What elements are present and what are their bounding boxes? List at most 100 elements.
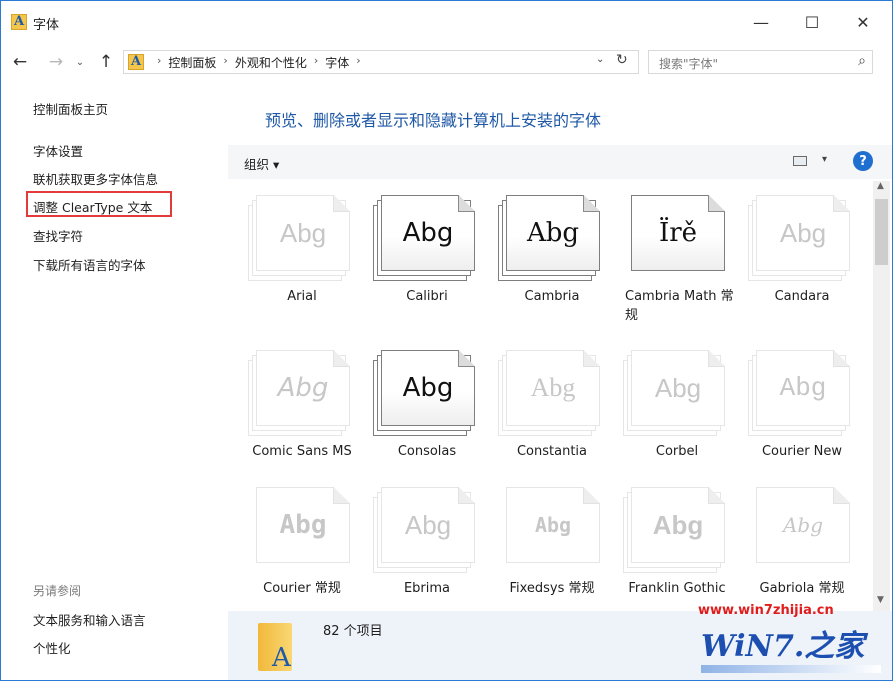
font-item-fixedsys[interactable]: Abg Fixedsys 常规 [478,473,604,611]
text-services-link[interactable]: 文本服务和输入语言 [33,610,146,629]
view-dropdown-icon[interactable]: ▾ [822,154,827,165]
font-sample: Abg [279,217,327,248]
font-sample: Abg [530,373,576,402]
font-item-comic-sans[interactable]: Abg Comic Sans MS [228,336,354,476]
font-grid: Abg Arial Abg Calibri Abg Cambria Ïrě Ca… [228,181,873,611]
command-bar: 组织 ▾ ▾ ? [228,145,892,179]
help-icon[interactable]: ? [853,151,873,171]
font-name: Ebrima [403,581,451,596]
watermark-logo: WiN7.之家 [701,629,865,664]
font-item-consolas[interactable]: Abg Consolas [353,336,479,476]
font-document-icon: Abg [248,487,354,573]
font-item-corbel[interactable]: Abg Corbel [603,336,729,476]
forward-arrow-icon[interactable]: → [45,51,67,73]
breadcrumb-separator[interactable]: › [223,54,227,71]
find-character-link[interactable]: 查找字符 [33,226,83,245]
font-document-icon: Abg [248,350,354,436]
address-bar[interactable]: A › 控制面板 › 外观和个性化 › 字体 › ⌄ ↻ [123,50,639,74]
scroll-thumb[interactable] [875,199,888,265]
get-more-fonts-online-link[interactable]: 联机获取更多字体信息 [33,169,158,188]
watermark-bar [701,665,881,673]
font-sample: Abg [279,510,327,540]
font-item-courier[interactable]: Abg Courier 常规 [228,473,354,611]
breadcrumb-separator[interactable]: › [157,54,161,71]
font-sample: Abg [526,218,580,248]
font-item-courier-new[interactable]: Abg Courier New [728,336,854,476]
font-item-arial[interactable]: Abg Arial [228,181,354,321]
font-item-constantia[interactable]: Abg Constantia [478,336,604,476]
content-pane: 预览、删除或者显示和隐藏计算机上安装的字体 组织 ▾ ▾ ? Abg Arial… [228,81,892,680]
breadcrumb-control-panel[interactable]: 控制面板 [168,54,216,71]
scroll-up-icon[interactable]: ▲ [877,181,884,191]
refresh-icon[interactable]: ↻ [616,52,628,68]
font-document-icon: Abg [623,350,729,436]
organize-button[interactable]: 组织 ▾ [244,154,279,173]
font-name: Courier 常规 [263,581,341,596]
title-bar[interactable]: A 字体 — ☐ ✕ [1,1,892,43]
see-also-heading: 另请参阅 [33,584,82,598]
font-sample: Abg [779,217,827,248]
close-button[interactable]: ✕ [840,7,886,37]
font-sample: Abg [652,509,704,540]
font-document-icon: Abg [373,195,479,281]
font-sample: Abg [402,373,454,403]
font-name: Constantia [516,444,588,459]
download-all-language-fonts-link[interactable]: 下载所有语言的字体 [33,255,146,274]
font-document-icon: Abg [748,195,854,281]
font-name: Candara [774,289,830,304]
font-sample: Abg [782,513,824,537]
left-pane: 控制面板主页 字体设置 联机获取更多字体信息 调整 ClearType 文本 查… [1,81,226,680]
adjust-cleartype-link[interactable]: 调整 ClearType 文本 [33,197,152,216]
personalization-link[interactable]: 个性化 [33,638,71,657]
scroll-down-icon[interactable]: ▼ [877,595,884,605]
page-title: 预览、删除或者显示和隐藏计算机上安装的字体 [265,111,602,130]
control-panel-home-link[interactable]: 控制面板主页 [33,99,108,118]
font-item-ebrima[interactable]: Abg Ebrima [353,473,479,611]
font-document-icon: Abg [498,195,604,281]
font-name: Cambria Math 常规 [625,289,734,323]
font-item-candara[interactable]: Abg Candara [728,181,854,321]
font-name: Consolas [397,444,457,459]
font-sample: Abg [402,218,454,248]
back-arrow-icon[interactable]: ← [9,51,31,73]
font-item-calibri[interactable]: Abg Calibri [353,181,479,321]
maximize-button[interactable]: ☐ [789,7,835,37]
navigation-bar: ← → ⌄ ↑ A › 控制面板 › 外观和个性化 › 字体 › ⌄ ↻ 搜索"… [1,45,892,79]
font-document-icon: Abg [623,487,729,573]
font-sample: Abg [779,373,827,403]
font-sample: Abg [404,509,452,540]
font-document-icon: Abg [373,487,479,573]
minimize-button[interactable]: — [738,7,784,37]
font-item-cambria-math[interactable]: Ïrě Cambria Math 常规 [603,181,734,323]
window-title: 字体 [33,18,60,33]
font-sample: Abg [277,373,329,403]
recent-locations-chevron-icon[interactable]: ⌄ [69,51,91,73]
breadcrumb-appearance[interactable]: 外观和个性化 [235,54,307,71]
font-item-cambria[interactable]: Abg Cambria [478,181,604,321]
font-settings-link[interactable]: 字体设置 [33,141,83,160]
breadcrumb-separator[interactable]: › [356,54,360,71]
font-document-icon: Ïrě [623,195,729,281]
item-count: 82 个项目 [323,624,383,639]
fonts-folder-large-icon: A [258,623,292,673]
font-name: Gabriola 常规 [759,581,845,596]
up-arrow-icon[interactable]: ↑ [95,51,117,73]
font-sample: Abg [654,372,702,403]
font-document-icon: Abg [498,487,604,573]
font-name: Arial [287,289,317,304]
search-icon[interactable]: ⌕ [858,53,866,69]
view-icon[interactable] [793,156,807,166]
breadcrumb-fonts[interactable]: 字体 [325,54,349,71]
vertical-scrollbar[interactable]: ▲ ▼ [873,181,890,611]
font-item-franklin-gothic[interactable]: Abg Franklin Gothic [603,473,729,611]
breadcrumb: › 控制面板 › 外观和个性化 › 字体 › [150,54,368,71]
fonts-app-icon: A [11,14,27,30]
font-document-icon: Abg [748,487,854,573]
font-document-icon: Abg [248,195,354,281]
search-input[interactable]: 搜索"字体" ⌕ [648,50,873,74]
address-dropdown-icon[interactable]: ⌄ [596,54,604,65]
breadcrumb-separator[interactable]: › [314,54,318,71]
font-item-gabriola[interactable]: Abg Gabriola 常规 [728,473,854,611]
font-name: Franklin Gothic [628,581,726,596]
font-name: Cambria [524,289,580,304]
